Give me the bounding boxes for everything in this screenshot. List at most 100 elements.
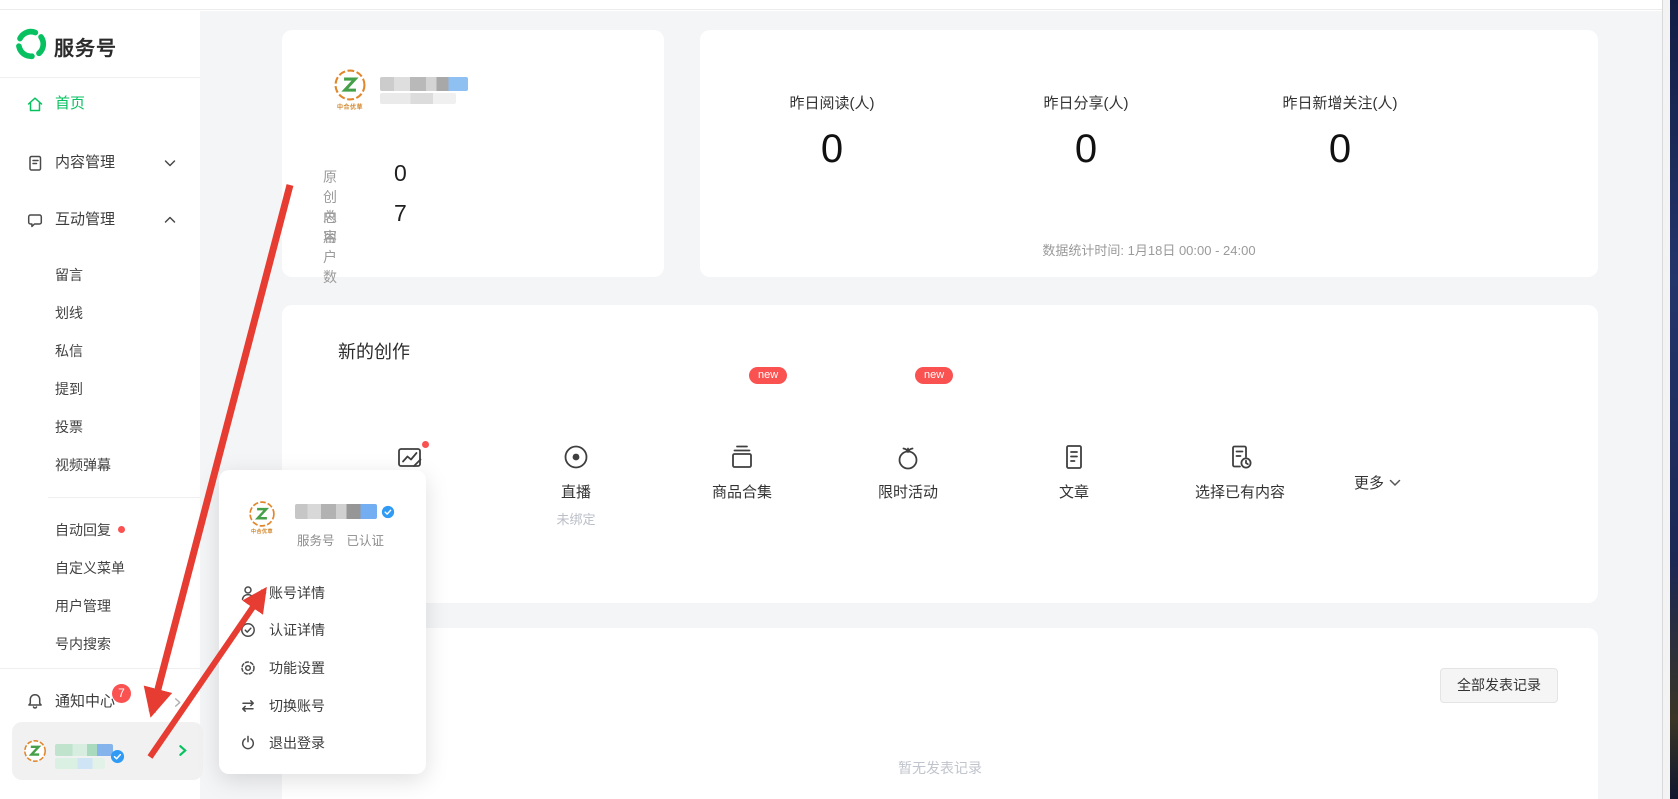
avatar	[23, 739, 47, 763]
sidebar-item-account-search[interactable]: 号内搜索	[55, 634, 111, 654]
sidebar-item-label: 通知中心	[55, 690, 115, 714]
sidebar-item-interaction-mgmt[interactable]: 互动管理	[0, 208, 200, 232]
blurred-account-name	[295, 504, 377, 519]
verified-badge-icon	[110, 749, 125, 764]
blurred-account-name	[55, 758, 105, 769]
sidebar-item-video-danmu[interactable]: 视频弹幕	[55, 455, 111, 475]
sidebar-item-private-msg[interactable]: 私信	[55, 341, 83, 361]
existing-content-icon	[1224, 441, 1256, 473]
popup-item-switch-account[interactable]: 切换账号	[219, 695, 426, 717]
app-logo-icon	[14, 27, 48, 61]
article-icon	[1058, 441, 1090, 473]
creation-item-limited-activity[interactable]: 限时活动	[848, 441, 968, 502]
home-icon	[26, 95, 44, 113]
metric-value: 0	[1230, 127, 1450, 172]
creation-item-existing-content[interactable]: 选择已有内容	[1180, 441, 1300, 502]
gear-icon	[239, 659, 257, 677]
chevron-down-icon	[164, 158, 176, 168]
sidebar-item-user-mgmt[interactable]: 用户管理	[55, 596, 111, 616]
page: 服务号 首页 内容管理 互动管理	[0, 0, 1678, 799]
creation-item-label: 直播	[516, 481, 636, 502]
yesterday-metrics-card: 昨日阅读(人) 0 昨日分享(人) 0 昨日新增关注(人) 0 数据统计时间: …	[700, 30, 1598, 277]
sidebar-account-card[interactable]	[12, 722, 203, 780]
content-icon	[26, 154, 44, 172]
app-title: 服务号	[54, 32, 117, 61]
popup-item-label: 认证详情	[269, 619, 325, 641]
sidebar-item-underline[interactable]: 划线	[55, 303, 83, 323]
chat-icon	[26, 211, 44, 229]
bell-icon	[26, 692, 44, 710]
popup-item-verification-details[interactable]: 认证详情	[219, 619, 426, 641]
popup-avatar: 中合优草	[245, 500, 279, 535]
chevron-up-icon	[164, 215, 176, 225]
sidebar-item-auto-reply[interactable]: 自动回复	[55, 520, 111, 540]
section-title: 新的创作	[338, 338, 410, 364]
sidebar-item-comments[interactable]: 留言	[55, 265, 83, 285]
scrollbar-track[interactable]	[1662, 0, 1670, 799]
creation-item-label: 选择已有内容	[1180, 481, 1300, 502]
metric-yesterday-new-followers: 昨日新增关注(人) 0	[1230, 92, 1450, 172]
creation-item-live[interactable]: 直播 未绑定	[516, 441, 636, 528]
creation-item-sub: 未绑定	[516, 509, 636, 528]
popup-item-account-details[interactable]: 账号详情	[219, 582, 426, 604]
sidebar-item-home[interactable]: 首页	[0, 92, 200, 116]
popup-item-label: 账号详情	[269, 582, 325, 604]
sidebar-item-label: 内容管理	[55, 151, 115, 175]
metric-label: 昨日新增关注(人)	[1230, 92, 1450, 113]
sidebar-item-label: 互动管理	[55, 208, 115, 232]
popup-item-logout[interactable]: 退出登录	[219, 732, 426, 754]
sidebar-item-votes[interactable]: 投票	[55, 417, 83, 437]
chevron-down-icon	[1389, 479, 1401, 487]
sidebar-item-notification-center[interactable]: 通知中心 7	[0, 690, 200, 714]
creation-item-label: 文章	[1014, 481, 1134, 502]
sidebar-item-mentions[interactable]: 提到	[55, 379, 83, 399]
window-edge	[1670, 0, 1678, 799]
verify-status: 已认证	[347, 534, 385, 548]
sidebar-item-label: 首页	[55, 92, 85, 116]
popup-item-label: 退出登录	[269, 732, 325, 754]
chevron-right-icon	[176, 744, 189, 757]
account-summary-card: 中合优草 原创内容 0 总用户数 7	[282, 30, 664, 277]
blurred-account-name	[380, 77, 468, 91]
sidebar: 服务号 首页 内容管理 互动管理	[0, 11, 200, 799]
stat-value: 7	[394, 200, 407, 227]
all-publish-records-button[interactable]: 全部发表记录	[1440, 668, 1558, 703]
avatar-text: 中合优草	[245, 528, 279, 535]
metric-value: 0	[722, 127, 942, 172]
metric-label: 昨日分享(人)	[976, 92, 1196, 113]
live-icon	[560, 441, 592, 473]
metric-label: 昨日阅读(人)	[722, 92, 942, 113]
publish-records-card: 全部发表记录 暂无发表记录	[282, 628, 1598, 799]
notification-badge: 7	[112, 684, 131, 703]
sidebar-item-custom-menu[interactable]: 自定义菜单	[55, 558, 125, 578]
more-label: 更多	[1354, 475, 1384, 492]
creation-item-label: 商品合集	[682, 481, 802, 502]
blurred-account-name	[380, 93, 456, 104]
verified-badge-icon	[381, 505, 395, 519]
creation-item-goods-collection[interactable]: 商品合集	[682, 441, 802, 502]
metric-value: 0	[976, 127, 1196, 172]
new-badge: new	[749, 367, 787, 384]
divider	[0, 668, 200, 669]
new-badge: new	[915, 367, 953, 384]
popup-item-feature-settings[interactable]: 功能设置	[219, 657, 426, 679]
metric-yesterday-reads: 昨日阅读(人) 0	[722, 92, 942, 172]
avatar-text: 中合优草	[330, 102, 370, 111]
creation-item-article[interactable]: 文章	[1014, 441, 1134, 502]
account-popup-menu: 中合优草 服务号已认证 账号详情 认证详情 功能设置	[219, 470, 426, 774]
works-icon	[394, 441, 426, 473]
user-icon	[239, 584, 257, 602]
verified-check-icon	[239, 621, 257, 639]
goods-collection-icon	[726, 441, 758, 473]
more-button[interactable]: 更多	[1354, 472, 1401, 493]
divider	[0, 77, 200, 78]
popup-item-label: 切换账号	[269, 695, 325, 717]
chevron-right-icon	[172, 697, 183, 708]
blurred-account-name	[55, 744, 113, 756]
account-avatar: 中合优草	[330, 68, 370, 111]
sidebar-item-content-mgmt[interactable]: 内容管理	[0, 151, 200, 175]
metric-yesterday-shares: 昨日分享(人) 0	[976, 92, 1196, 172]
divider	[48, 497, 200, 498]
stat-value: 0	[394, 160, 407, 187]
account-type: 服务号	[297, 534, 335, 548]
